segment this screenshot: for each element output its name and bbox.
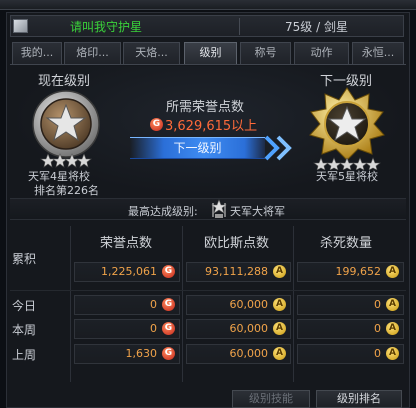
table-cell: 0A	[297, 344, 404, 364]
abyss-point-icon: A	[273, 322, 286, 335]
table-cell: 60,000 A	[186, 344, 291, 364]
required-honor-value: 3,629,615以上	[165, 119, 258, 134]
abyss-point-icon: A	[273, 347, 286, 360]
table-cell: 0G	[74, 295, 180, 315]
rank-skills-button[interactable]: 级别技能	[232, 390, 310, 408]
abyss-point-icon: A	[273, 298, 286, 311]
row-label-this-week: 本周	[12, 323, 37, 337]
row-label-today: 今日	[12, 299, 37, 313]
tab-divider	[10, 64, 406, 65]
tab-eternal[interactable]: 永恒...	[352, 42, 404, 64]
tab-stigma[interactable]: 烙印...	[64, 42, 121, 64]
kill-count-icon: A	[386, 322, 399, 335]
abyss-point-icon: A	[273, 265, 286, 278]
column-divider	[182, 226, 183, 382]
highest-rank-label: 最高达成级别:	[128, 205, 198, 218]
table-cell: 1,630 G	[74, 344, 180, 364]
tab-rank[interactable]: 级别	[184, 42, 237, 64]
current-rank-heading: 现在级别	[38, 74, 91, 89]
window-titlebar	[0, 0, 416, 10]
required-honor-title: 所需荣誉点数	[166, 100, 245, 115]
double-chevron-right-icon	[264, 135, 292, 161]
column-divider	[70, 226, 71, 382]
table-cell: 0G	[74, 319, 180, 339]
column-header-kills: 杀死数量	[320, 236, 373, 251]
row-divider	[10, 290, 406, 291]
next-rank-name: 天军5星将校	[316, 170, 378, 183]
column-divider	[293, 226, 294, 382]
kill-count-icon: A	[386, 347, 399, 360]
character-level-class: 75级 / 剑星	[285, 20, 348, 34]
character-portrait-icon	[13, 19, 28, 33]
column-header-abyss: 欧比斯点数	[204, 236, 270, 251]
next-rank-medal-icon	[309, 87, 385, 170]
honor-point-icon: G	[162, 298, 175, 311]
tab-title[interactable]: 称号	[240, 42, 291, 64]
kill-count-icon: A	[386, 298, 399, 311]
table-cell: 0A	[297, 295, 404, 315]
column-header-honor: 荣誉点数	[100, 236, 153, 251]
rank-ranking-button[interactable]: 级别排名	[316, 390, 402, 408]
table-cell: 60,000 A	[186, 319, 291, 339]
honor-point-icon: G	[162, 347, 175, 360]
honor-point-icon: G	[162, 322, 175, 335]
next-rank-button[interactable]: 下一级别	[130, 137, 265, 159]
honor-point-icon: G	[150, 118, 163, 131]
tab-daevanion[interactable]: 天烙...	[123, 42, 180, 64]
highest-rank-bar	[10, 198, 406, 220]
row-label-last-week: 上周	[12, 348, 37, 362]
general-rank-emblem-icon	[211, 199, 227, 218]
table-cell: 93,111,288 A	[186, 262, 291, 282]
character-name: 请叫我守护星	[70, 20, 143, 34]
row-label-cumulative: 累积	[12, 252, 37, 266]
table-cell: 199,652 A	[297, 262, 404, 282]
table-cell: 60,000 A	[186, 295, 291, 315]
honor-point-icon: G	[162, 265, 175, 278]
kill-count-icon: A	[386, 265, 399, 278]
tab-my[interactable]: 我的...	[12, 42, 62, 64]
highest-rank-value: 天军大将军	[230, 205, 285, 218]
table-cell: 1,225,061 G	[74, 262, 180, 282]
current-rank-ranking: 排名第226名	[34, 184, 99, 197]
tab-emote[interactable]: 动作	[294, 42, 349, 64]
table-cell: 0A	[297, 319, 404, 339]
current-rank-medal-icon	[32, 90, 100, 168]
required-honor-row: G 3,629,615以上	[150, 115, 258, 134]
